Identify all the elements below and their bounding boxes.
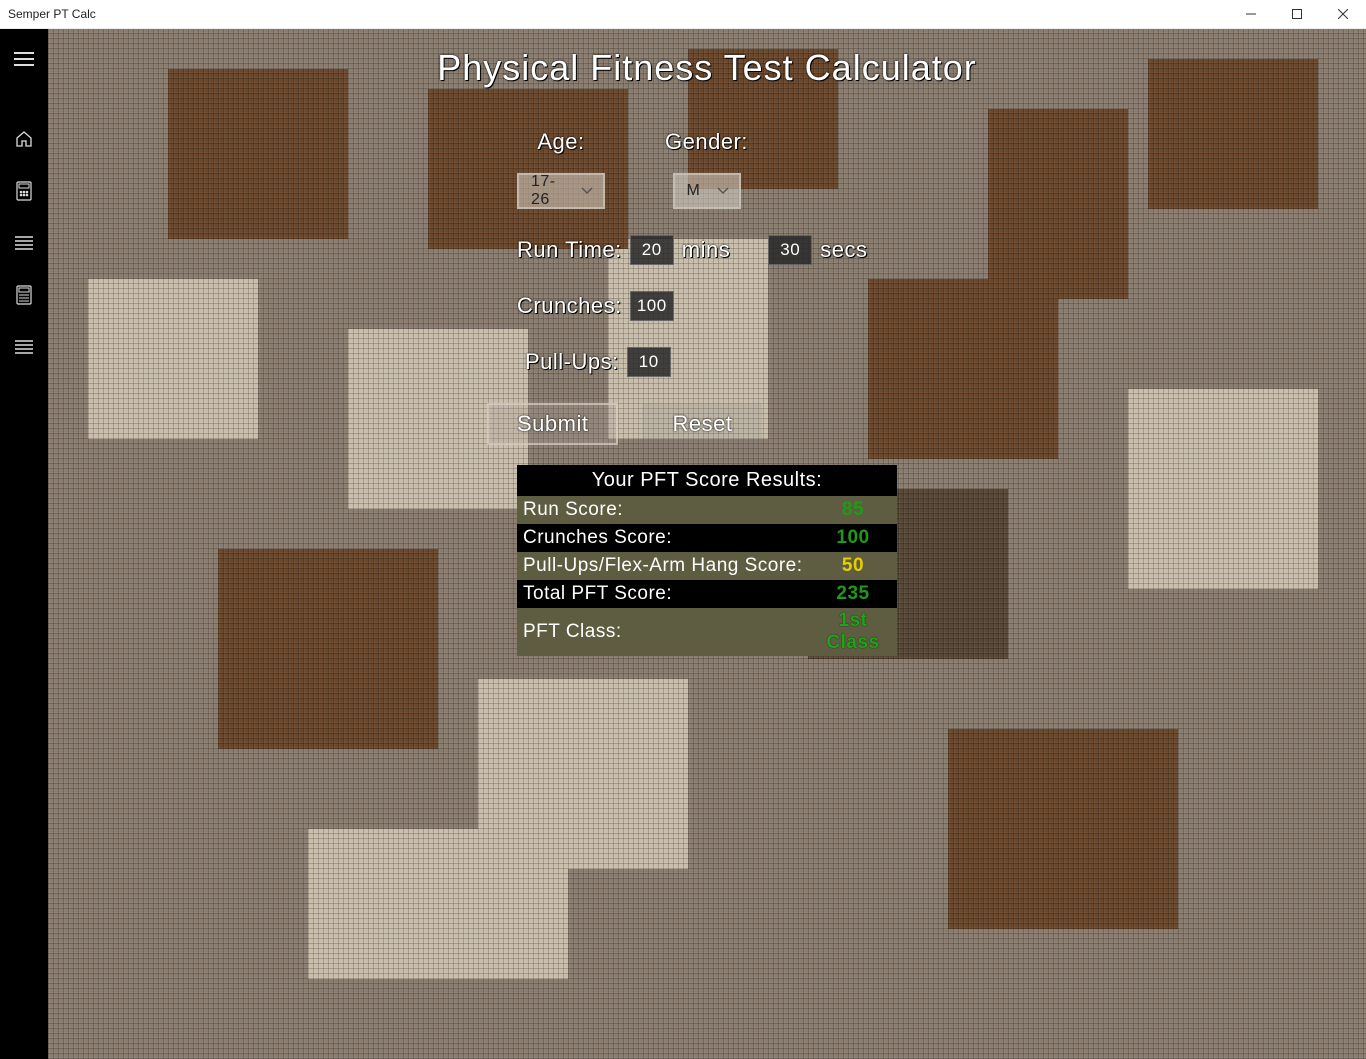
age-value: 17-26 (531, 173, 569, 209)
results-row-value: 1st Class (809, 608, 897, 656)
results-row: Crunches Score:100 (517, 524, 897, 552)
gender-select[interactable]: M (673, 173, 741, 209)
list-icon (15, 236, 33, 250)
mins-unit: mins (682, 237, 730, 263)
age-select[interactable]: 17-26 (517, 173, 605, 209)
results-row: Total PFT Score:235 (517, 580, 897, 608)
app-shell: Physical Fitness Test Calculator Age: 17… (0, 29, 1366, 1059)
nav-cft-calc[interactable] (0, 271, 48, 319)
hamburger-button[interactable] (0, 37, 48, 81)
maximize-icon (1292, 9, 1302, 19)
results-row-label: Crunches Score: (517, 524, 809, 552)
results-row-value: 85 (809, 496, 897, 524)
run-seconds-input[interactable]: 30 (768, 235, 812, 265)
gender-label: Gender: (665, 129, 748, 155)
results-row-label: PFT Class: (517, 608, 809, 656)
results-caption: Your PFT Score Results: (517, 465, 897, 496)
gender-value: M (687, 182, 701, 200)
results-row-label: Run Score: (517, 496, 809, 524)
reset-button[interactable]: Reset (642, 403, 762, 445)
nav-list-2[interactable] (0, 323, 48, 371)
minimize-icon (1246, 9, 1256, 19)
results-row-label: Total PFT Score: (517, 580, 809, 608)
window-maximize-button[interactable] (1274, 0, 1320, 28)
menu-icon (14, 52, 34, 66)
window-titlebar: Semper PT Calc (0, 0, 1366, 29)
window-controls (1228, 0, 1366, 28)
results-row-value: 100 (809, 524, 897, 552)
run-time-label: Run Time: (517, 237, 622, 263)
chevron-down-icon (717, 182, 729, 200)
submit-button[interactable]: Submit (487, 403, 618, 445)
page-title: Physical Fitness Test Calculator (437, 47, 977, 89)
window-title: Semper PT Calc (0, 7, 96, 21)
chevron-down-icon (581, 182, 593, 200)
results-row-value: 235 (809, 580, 897, 608)
window-minimize-button[interactable] (1228, 0, 1274, 28)
nav-pft-calc[interactable] (0, 167, 48, 215)
secs-unit: secs (820, 237, 867, 263)
run-minutes-input[interactable]: 20 (630, 235, 674, 265)
home-icon (15, 130, 33, 148)
results-row: Run Score:85 (517, 496, 897, 524)
window-close-button[interactable] (1320, 0, 1366, 28)
main-content: Physical Fitness Test Calculator Age: 17… (48, 29, 1366, 1059)
calculator2-icon (16, 285, 32, 305)
results-table: Your PFT Score Results: Run Score:85Crun… (517, 465, 897, 656)
crunches-label: Crunches: (517, 293, 622, 319)
crunches-input[interactable]: 100 (630, 291, 674, 321)
age-label: Age: (537, 129, 584, 155)
pullups-input[interactable]: 10 (627, 347, 671, 377)
results-row: Pull-Ups/Flex-Arm Hang Score:50 (517, 552, 897, 580)
pullups-label: Pull-Ups: (525, 349, 619, 375)
results-body: Run Score:85Crunches Score:100Pull-Ups/F… (517, 496, 897, 656)
list-icon (15, 340, 33, 354)
calculator-icon (16, 181, 32, 201)
nav-list-1[interactable] (0, 219, 48, 267)
close-icon (1338, 9, 1348, 19)
nav-home[interactable] (0, 115, 48, 163)
sidebar (0, 29, 48, 1059)
results-row-label: Pull-Ups/Flex-Arm Hang Score: (517, 552, 809, 580)
results-row: PFT Class:1st Class (517, 608, 897, 656)
pft-form: Age: 17-26 Gender: M (517, 129, 897, 656)
results-row-value: 50 (809, 552, 897, 580)
